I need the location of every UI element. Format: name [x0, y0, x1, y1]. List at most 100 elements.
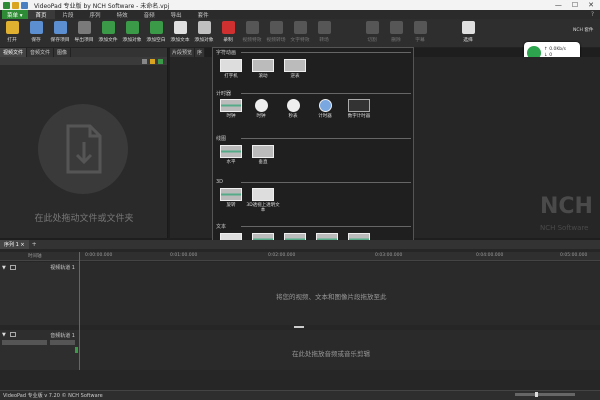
- video-track-hint: 将您的视频、文本和图像片段拖放至此: [276, 293, 387, 301]
- dropdown-item-rotate[interactable]: 旋转: [214, 188, 248, 208]
- divider: [241, 138, 411, 139]
- timeline-zoom-slider[interactable]: [515, 393, 575, 396]
- playhead[interactable]: [79, 252, 80, 370]
- dropdown-item-stopwatch[interactable]: 秒表: [276, 99, 310, 119]
- tab-sequence-preview[interactable]: 序: [195, 48, 206, 57]
- toolbar-button-13[interactable]: 转场: [312, 21, 336, 43]
- toolbar-label: 保存: [31, 38, 41, 43]
- dropdown-item-vertical[interactable]: 垂直: [246, 145, 280, 165]
- tab-export[interactable]: 导出: [163, 10, 190, 19]
- tab-audio[interactable]: 音频: [136, 10, 163, 19]
- close-icon[interactable]: ✕: [588, 1, 594, 9]
- tab-video-files[interactable]: 视频文件: [0, 48, 28, 57]
- minimize-icon[interactable]: —: [555, 1, 562, 9]
- toolbar-button-12[interactable]: 文字特效: [288, 21, 312, 43]
- pan-slider[interactable]: [50, 340, 75, 345]
- horizontal-line-icon: [220, 145, 242, 158]
- video-transition-icon: [269, 21, 283, 34]
- toolbar-button-8[interactable]: 添加对象: [192, 21, 216, 43]
- collapse-icon[interactable]: ▼: [2, 265, 6, 271]
- spacer: [341, 21, 355, 34]
- bin-folder-icon[interactable]: [150, 58, 155, 64]
- bin-add-icon[interactable]: [158, 58, 163, 64]
- status-text: VideoPad 专业版 v 7.20 © NCH Software: [3, 393, 103, 399]
- toolbar-button-3[interactable]: 导出项目: [72, 21, 96, 43]
- video-track-area[interactable]: 将您的视频、文本和图像片段拖放至此: [80, 262, 600, 325]
- tab-home[interactable]: 首页: [27, 10, 55, 19]
- ruler-label: 0:04:00.000: [476, 253, 504, 258]
- ruler-label: 0:03:00.000: [375, 253, 403, 258]
- toolbar-button-11[interactable]: 视频转场: [264, 21, 288, 43]
- maximize-icon[interactable]: ☐: [572, 1, 578, 9]
- preview-tabs: 片段预览 序: [170, 48, 218, 57]
- divider: [241, 226, 411, 227]
- section-lines: 线图: [216, 136, 227, 142]
- transition-icon: [317, 21, 331, 34]
- stopwatch-icon: [286, 99, 300, 112]
- toolbar-label: 转场: [319, 38, 329, 43]
- audio-track-area[interactable]: 在此处拖放音频或音乐剪辑: [80, 330, 600, 370]
- toolbar-button-10[interactable]: 视频特效: [240, 21, 264, 43]
- toolbar-button-6[interactable]: 添加空白: [144, 21, 168, 43]
- reverse-icon: [284, 59, 306, 72]
- toolbar-label: 删除: [391, 38, 401, 43]
- toolbar-button-5[interactable]: 添加对象: [120, 21, 144, 43]
- save-icon: [29, 21, 43, 34]
- dropdown-item-timer[interactable]: 计时器: [308, 99, 342, 119]
- toolbar-button-17[interactable]: 字幕: [408, 21, 432, 43]
- toolbar-button-4[interactable]: 添加文件: [96, 21, 120, 43]
- toolbar-button-7[interactable]: 添加文本: [168, 21, 192, 43]
- toolbar-label: 添加文件: [98, 38, 118, 43]
- tab-clip[interactable]: 片段: [55, 10, 82, 19]
- toolbar-label: 字幕: [415, 38, 425, 43]
- dropdown-item-horizontal[interactable]: 水平: [214, 145, 248, 165]
- window-title: VideoPad 专业版 by NCH Software - 未命名.vpj: [34, 2, 170, 10]
- drop-zone[interactable]: [38, 104, 128, 194]
- toolbar-button-2[interactable]: 保存项目: [48, 21, 72, 43]
- dropdown-item-clock-2[interactable]: 时钟: [244, 99, 278, 119]
- tab-suite[interactable]: 套件: [190, 10, 217, 19]
- typewriter-icon: [220, 59, 242, 72]
- zoom-slider-knob[interactable]: [535, 392, 538, 397]
- audio-level-meter: [75, 347, 78, 353]
- timeline-ruler[interactable]: 时间轴 0:00:00.000 0:01:00.000 0:02:00.000 …: [0, 252, 600, 261]
- volume-slider[interactable]: [2, 340, 47, 345]
- video-track-header[interactable]: ▼ 视频轨道 1: [0, 262, 80, 325]
- dropdown-item-reverse[interactable]: 逆表: [278, 59, 312, 79]
- toolbar-label: 添加文本: [170, 38, 190, 43]
- main-menu-button[interactable]: 菜单 ▾: [2, 10, 28, 19]
- status-bar: VideoPad 专业版 v 7.20 © NCH Software: [0, 390, 600, 400]
- toolbar-button-1[interactable]: 保存: [24, 21, 48, 43]
- open-quick-icon[interactable]: [12, 1, 19, 9]
- tab-sequence-1[interactable]: 序列 1 ×: [0, 240, 29, 249]
- dropdown-item-3d-perspective[interactable]: 3D透视上透明文本: [246, 188, 280, 213]
- tab-effects[interactable]: 特效: [109, 10, 136, 19]
- add-object-dropdown: 字符动画 打字机 滚动 逆表 计时器 时钟 时钟 秒表 计时器 数字计时器 线图…: [212, 47, 414, 264]
- track-splitter-handle[interactable]: [294, 326, 304, 328]
- ruler-label: 0:05:00.000: [560, 253, 588, 258]
- save-quick-icon[interactable]: [21, 1, 28, 9]
- toolbar-button-16[interactable]: 删除: [384, 21, 408, 43]
- nch-suite-button[interactable]: NCH 套件: [573, 27, 593, 33]
- collapse-icon[interactable]: ▼: [2, 332, 6, 338]
- dropdown-item-digital-timer[interactable]: 数字计时器: [342, 99, 376, 119]
- toolbar-button-19[interactable]: 选择: [456, 21, 480, 43]
- tab-images[interactable]: 图像: [54, 48, 72, 57]
- bin-view-icon[interactable]: [142, 58, 147, 64]
- tab-clip-preview[interactable]: 片段预览: [170, 48, 196, 57]
- toolbar-button-0[interactable]: 打开: [0, 21, 24, 43]
- section-3d: 3D: [216, 179, 224, 185]
- section-timers: 计时器: [216, 91, 232, 97]
- tab-audio-files[interactable]: 音频文件: [27, 48, 55, 57]
- toolbar-button-9[interactable]: 录制: [216, 21, 240, 43]
- audio-track-header[interactable]: ▼ 音频轨道 1: [0, 330, 80, 370]
- tab-sequence[interactable]: 序列: [82, 10, 109, 19]
- add-sequence-button[interactable]: +: [29, 241, 37, 248]
- help-icon[interactable]: ?: [591, 11, 600, 18]
- dropdown-item-scroll[interactable]: 滚动: [246, 59, 280, 79]
- save-project-icon: [53, 21, 67, 34]
- toolbar-button-15[interactable]: 切割: [360, 21, 384, 43]
- dropdown-item-clock-1[interactable]: 时钟: [214, 99, 248, 119]
- audio-track-icon: [10, 332, 16, 337]
- dropdown-item-typewriter[interactable]: 打字机: [214, 59, 248, 79]
